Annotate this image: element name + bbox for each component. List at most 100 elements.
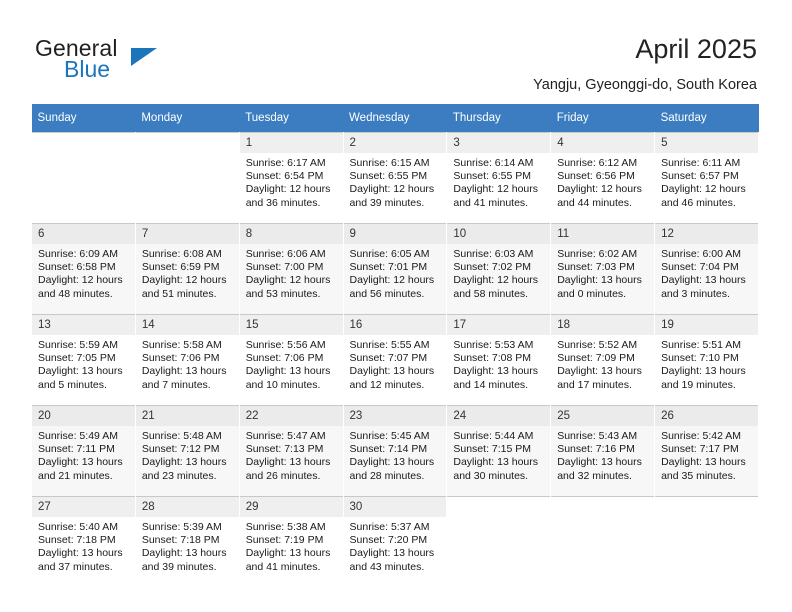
calendar-week-row: 13 Sunrise: 5:59 AM Sunset: 7:05 PM Dayligh… [31,314,759,406]
calendar-day-cell[interactable]: 9 Sunrise: 6:05 AM Sunset: 7:01 PM Daylight… [342,223,448,315]
day-number: 22 [239,406,343,426]
day-cell-inner: 13 Sunrise: 5:59 AM Sunset: 7:05 PM Dayligh… [32,315,135,405]
day-number [136,133,239,153]
sun-info-block: Sunrise: 5:53 AM Sunset: 7:08 PM Daylight:… [447,335,550,392]
daylight-text: and 28 minutes. [349,469,425,482]
sunset-text: Sunset: 7:06 PM [141,352,220,365]
sunset-text: Sunset: 7:09 PM [557,352,635,365]
calendar-day-cell[interactable]: 7 Sunrise: 6:08 AM Sunset: 6:59 PM Daylight… [134,223,240,315]
day-number: 6 [32,224,135,244]
day-cell-inner: 22 Sunrise: 5:47 AM Sunset: 7:13 PM Dayligh… [239,406,343,496]
daylight-text: Daylight: 13 hours [557,274,642,287]
sunrise-text: Sunrise: 5:59 AM [38,339,118,351]
daylight-text: and 39 minutes. [349,196,425,209]
weekday-header-monday: Monday [135,104,240,133]
calendar-day-cell[interactable]: 11 Sunrise: 6:02 AM Sunset: 7:03 PM Dayligh… [550,223,656,315]
daylight-text: Daylight: 13 hours [557,365,642,378]
day-cell-inner: 11 Sunrise: 6:02 AM Sunset: 7:03 PM Dayligh… [551,224,655,314]
sun-info-block: Sunrise: 5:38 AM Sunset: 7:19 PM Daylight:… [240,517,343,574]
daylight-text: Daylight: 13 hours [141,456,227,469]
daylight-text: Daylight: 13 hours [661,365,746,378]
calendar-day-cell[interactable]: 2 Sunrise: 6:15 AM Sunset: 6:55 PM Daylight… [342,132,448,224]
calendar-day-cell[interactable]: 23 Sunrise: 5:45 AM Sunset: 7:14 PM Dayligh… [342,405,448,497]
daylight-text: Daylight: 13 hours [245,547,331,560]
calendar-day-cell[interactable]: 15 Sunrise: 5:56 AM Sunset: 7:06 PM Dayligh… [238,314,344,406]
calendar-day-cell[interactable]: 12 Sunrise: 6:00 AM Sunset: 7:04 PM Dayligh… [654,223,759,315]
daylight-text: and 43 minutes. [349,560,425,573]
calendar-day-cell[interactable]: 30 Sunrise: 5:37 AM Sunset: 7:20 PM Dayligh… [342,496,448,587]
day-cell-inner: 12 Sunrise: 6:00 AM Sunset: 7:04 PM Dayligh… [655,224,758,314]
daylight-text: and 19 minutes. [661,378,736,391]
day-number: 20 [32,406,135,426]
day-cell-inner: 30 Sunrise: 5:37 AM Sunset: 7:20 PM Dayligh… [343,497,447,587]
logo-triangle-icon [131,48,157,66]
daylight-text: and 3 minutes. [661,287,730,300]
day-cell-inner: 20 Sunrise: 5:49 AM Sunset: 7:11 PM Dayligh… [32,406,135,496]
calendar-day-cell[interactable]: 5 Sunrise: 6:11 AM Sunset: 6:57 PM Daylight… [654,132,759,224]
day-cell-inner: 6 Sunrise: 6:09 AM Sunset: 6:58 PM Daylight… [32,224,135,314]
daylight-text: and 17 minutes. [557,378,632,391]
sunset-text: Sunset: 7:03 PM [557,261,635,274]
daylight-text: Daylight: 13 hours [38,547,123,560]
daylight-text: and 5 minutes. [38,378,107,391]
sunset-text: Sunset: 7:07 PM [349,352,428,365]
calendar-day-cell[interactable]: 29 Sunrise: 5:38 AM Sunset: 7:19 PM Dayligh… [238,496,344,587]
day-number: 28 [135,497,239,517]
calendar-day-cell[interactable]: 10 Sunrise: 6:03 AM Sunset: 7:02 PM Dayligh… [446,223,552,315]
calendar-cell-empty [550,496,656,587]
sunrise-text: Sunrise: 5:38 AM [245,521,326,533]
daylight-text: Daylight: 13 hours [141,365,227,378]
calendar-day-cell[interactable]: 22 Sunrise: 5:47 AM Sunset: 7:13 PM Dayligh… [238,405,344,497]
sunrise-text: Sunrise: 5:42 AM [661,430,742,442]
calendar-day-cell[interactable]: 25 Sunrise: 5:43 AM Sunset: 7:16 PM Dayligh… [550,405,656,497]
calendar-day-cell[interactable]: 24 Sunrise: 5:44 AM Sunset: 7:15 PM Dayligh… [446,405,552,497]
sunset-text: Sunset: 6:57 PM [661,170,739,183]
calendar-day-cell[interactable]: 27 Sunrise: 5:40 AM Sunset: 7:18 PM Dayligh… [31,496,136,587]
daylight-text: and 7 minutes. [141,378,211,391]
calendar-day-cell[interactable]: 17 Sunrise: 5:53 AM Sunset: 7:08 PM Dayligh… [446,314,552,406]
sunrise-text: Sunrise: 5:56 AM [245,339,326,351]
day-cell-inner: 1 Sunrise: 6:17 AM Sunset: 6:54 PM Daylight… [239,133,343,223]
sunset-text: Sunset: 6:55 PM [453,170,532,183]
daylight-text: and 32 minutes. [557,469,632,482]
calendar-day-cell[interactable]: 20 Sunrise: 5:49 AM Sunset: 7:11 PM Dayligh… [31,405,136,497]
daylight-text: and 41 minutes. [245,560,321,573]
day-number: 29 [239,497,343,517]
day-cell-inner: 10 Sunrise: 6:03 AM Sunset: 7:02 PM Dayligh… [447,224,551,314]
daylight-text: and 51 minutes. [141,287,217,300]
calendar-day-cell[interactable]: 1 Sunrise: 6:17 AM Sunset: 6:54 PM Daylight… [238,132,344,224]
calendar-day-cell[interactable]: 26 Sunrise: 5:42 AM Sunset: 7:17 PM Dayligh… [654,405,759,497]
calendar-cell-empty [446,496,552,587]
daylight-text: Daylight: 12 hours [661,183,746,196]
daylight-text: Daylight: 12 hours [453,274,539,287]
daylight-text: and 0 minutes. [557,287,627,300]
day-number: 8 [239,224,343,244]
calendar-day-cell[interactable]: 21 Sunrise: 5:48 AM Sunset: 7:12 PM Dayligh… [134,405,240,497]
sun-info-block: Sunrise: 5:40 AM Sunset: 7:18 PM Daylight:… [32,517,135,574]
calendar-day-cell[interactable]: 8 Sunrise: 6:06 AM Sunset: 7:00 PM Daylight… [238,223,344,315]
sunrise-text: Sunrise: 6:08 AM [141,248,222,260]
calendar-day-cell[interactable]: 16 Sunrise: 5:55 AM Sunset: 7:07 PM Dayligh… [342,314,448,406]
calendar-day-cell[interactable]: 18 Sunrise: 5:52 AM Sunset: 7:09 PM Dayligh… [550,314,656,406]
calendar-day-cell[interactable]: 3 Sunrise: 6:14 AM Sunset: 6:55 PM Daylight… [446,132,552,224]
sunrise-text: Sunrise: 5:40 AM [38,521,118,533]
day-number: 15 [239,315,343,335]
sun-info-block: Sunrise: 5:56 AM Sunset: 7:06 PM Daylight:… [240,335,343,392]
day-cell-inner: 5 Sunrise: 6:11 AM Sunset: 6:57 PM Daylight… [655,133,758,223]
sun-info-block: Sunrise: 6:15 AM Sunset: 6:55 PM Daylight:… [344,153,447,210]
daylight-text: Daylight: 13 hours [453,456,539,469]
weekday-header-sunday: Sunday [31,104,136,133]
calendar-day-cell[interactable]: 28 Sunrise: 5:39 AM Sunset: 7:18 PM Dayligh… [134,496,240,587]
sunrise-text: Sunrise: 5:53 AM [453,339,534,351]
sun-info-block: Sunrise: 5:52 AM Sunset: 7:09 PM Daylight:… [551,335,654,392]
day-number: 1 [239,133,343,153]
calendar-day-cell[interactable]: 6 Sunrise: 6:09 AM Sunset: 6:58 PM Daylight… [31,223,136,315]
calendar-day-cell[interactable]: 19 Sunrise: 5:51 AM Sunset: 7:10 PM Dayligh… [654,314,759,406]
calendar-day-cell[interactable]: 14 Sunrise: 5:58 AM Sunset: 7:06 PM Dayligh… [134,314,240,406]
sunrise-text: Sunrise: 5:48 AM [141,430,222,442]
sunset-text: Sunset: 7:15 PM [453,443,532,456]
day-cell-inner [136,133,239,223]
calendar-day-cell[interactable]: 4 Sunrise: 6:12 AM Sunset: 6:56 PM Daylight… [550,132,656,224]
calendar-day-cell[interactable]: 13 Sunrise: 5:59 AM Sunset: 7:05 PM Dayligh… [31,314,136,406]
day-cell-inner: 19 Sunrise: 5:51 AM Sunset: 7:10 PM Dayligh… [655,315,758,405]
